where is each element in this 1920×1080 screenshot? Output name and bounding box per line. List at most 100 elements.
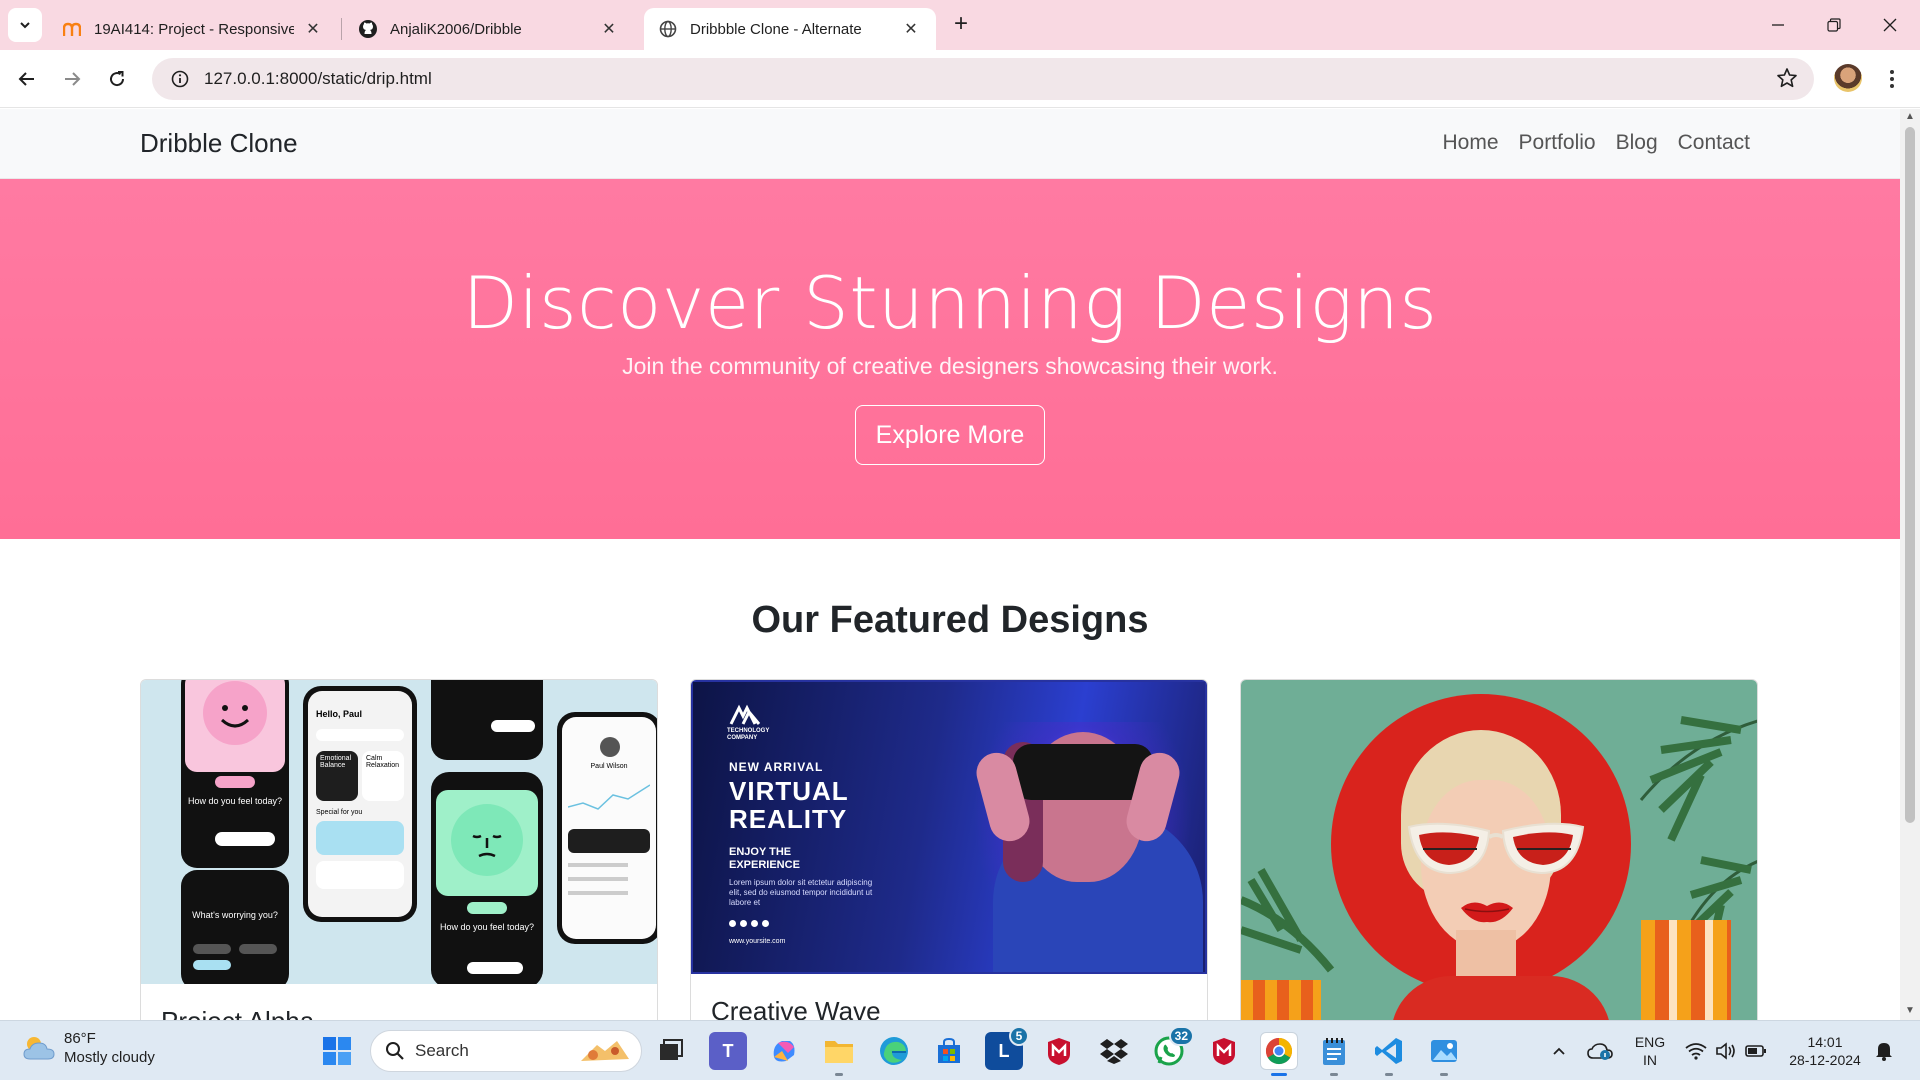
- minimize-icon: [1772, 24, 1784, 26]
- vscode-icon[interactable]: [1370, 1032, 1408, 1070]
- woman-dress: [1391, 976, 1611, 1020]
- hero-title: Discover Stunning Designs: [462, 261, 1438, 345]
- windows-start-icon[interactable]: [318, 1032, 356, 1070]
- featured-section-title: Our Featured Designs: [751, 599, 1149, 641]
- mock-label: Special for you: [316, 809, 363, 816]
- nav-links: Home Portfolio Blog Contact: [1443, 131, 1750, 155]
- vr-headset: [1013, 744, 1153, 800]
- teams-icon[interactable]: T: [709, 1032, 747, 1070]
- language-code: ENG: [1634, 1034, 1666, 1050]
- page-scrollbar[interactable]: ▲ ▼: [1900, 109, 1920, 1020]
- whatsapp-icon[interactable]: 32: [1150, 1026, 1194, 1070]
- mock-question: How do you feel today?: [187, 796, 283, 806]
- mock-card: Emotional Balance: [316, 751, 358, 801]
- banner-dots: [729, 920, 769, 927]
- chevron-up-icon[interactable]: [1544, 1032, 1574, 1070]
- weather-widget[interactable]: 86°F Mostly cloudy: [22, 1029, 155, 1067]
- phone-mockup: Hello, Paul Emotional Balance Calm Relax…: [303, 686, 417, 922]
- clock-time: 14:01: [1807, 1034, 1843, 1050]
- battery-icon[interactable]: [1740, 1032, 1772, 1070]
- banner-headline: VIRTUAL: [729, 776, 849, 806]
- windows-taskbar: 86°F Mostly cloudy Search T L 5 32 ENG I…: [0, 1020, 1920, 1080]
- restore-button[interactable]: [1806, 0, 1862, 50]
- onedrive-icon[interactable]: [1584, 1032, 1616, 1070]
- mcafee-icon[interactable]: [1040, 1032, 1078, 1070]
- url-text[interactable]: 127.0.0.1:8000/static/drip.html: [204, 69, 432, 89]
- close-icon[interactable]: ✕: [598, 18, 620, 40]
- globe-icon: [658, 19, 678, 39]
- dropbox-icon[interactable]: [1095, 1032, 1133, 1070]
- new-tab-button[interactable]: +: [948, 12, 974, 38]
- volume-icon[interactable]: [1710, 1032, 1742, 1070]
- browser-toolbar: 127.0.0.1:8000/static/drip.html: [0, 50, 1920, 108]
- address-bar[interactable]: 127.0.0.1:8000/static/drip.html: [152, 58, 1814, 100]
- running-indicator: [835, 1073, 843, 1076]
- back-button[interactable]: [10, 62, 44, 96]
- wifi-icon[interactable]: [1680, 1032, 1712, 1070]
- close-icon[interactable]: ✕: [302, 18, 324, 40]
- phone-mockup: How do you feel today?: [431, 772, 543, 984]
- task-view-icon[interactable]: [652, 1032, 690, 1070]
- banner-headline: REALITY: [729, 804, 848, 834]
- clock[interactable]: 14:01 28-12-2024: [1780, 1033, 1870, 1069]
- language-indicator[interactable]: ENG IN: [1628, 1033, 1672, 1069]
- mock-profile-name: Paul Wilson: [590, 763, 628, 770]
- notification-bell-icon[interactable]: [1868, 1032, 1900, 1070]
- minimize-button[interactable]: [1750, 0, 1806, 50]
- copilot-icon[interactable]: [765, 1032, 803, 1070]
- forward-button[interactable]: [55, 62, 89, 96]
- nav-link-portfolio[interactable]: Portfolio: [1519, 131, 1596, 155]
- github-icon: [358, 19, 378, 39]
- microsoft-store-icon[interactable]: [930, 1032, 968, 1070]
- reload-icon: [110, 71, 125, 87]
- nav-link-home[interactable]: Home: [1443, 131, 1499, 155]
- scroll-down-arrow-icon[interactable]: ▼: [1904, 1005, 1916, 1017]
- tab-search-button[interactable]: [8, 8, 42, 42]
- card-image: [1241, 680, 1757, 1020]
- chrome-icon[interactable]: [1260, 1032, 1298, 1070]
- sunglasses-icon: [1407, 822, 1585, 875]
- close-window-button[interactable]: [1862, 0, 1918, 50]
- nav-link-blog[interactable]: Blog: [1616, 131, 1658, 155]
- lync-app-icon[interactable]: L 5: [985, 1026, 1029, 1070]
- tab-project[interactable]: 19AI414: Project - Responsive W ✕: [48, 8, 338, 50]
- photos-app-icon[interactable]: [1425, 1032, 1463, 1070]
- banner-kicker: NEW ARRIVAL: [729, 760, 824, 774]
- cloudy-weather-icon: [22, 1035, 56, 1061]
- taskbar-search[interactable]: Search: [370, 1030, 642, 1072]
- card-title: Creative Wave: [711, 996, 881, 1020]
- tab-strip: 19AI414: Project - Responsive W ✕ Anjali…: [0, 0, 1920, 50]
- site-brand[interactable]: Dribble Clone: [140, 128, 298, 159]
- chevron-down-icon: [20, 22, 30, 29]
- mcafee-security-icon[interactable]: [1205, 1032, 1243, 1070]
- mock-greeting: Hello, Paul: [316, 709, 363, 719]
- tab-dribbble-clone[interactable]: Dribbble Clone - Alternate ✕: [644, 8, 936, 50]
- file-explorer-icon[interactable]: [820, 1032, 858, 1070]
- notepad-icon[interactable]: [1315, 1032, 1353, 1070]
- design-card-retro-art[interactable]: [1240, 679, 1758, 1020]
- active-indicator: [1271, 1073, 1287, 1076]
- design-card-project-alpha[interactable]: How do you feel today? Hello, Paul Emoti…: [140, 679, 658, 1020]
- edge-icon[interactable]: [875, 1032, 913, 1070]
- tab-github[interactable]: AnjaliK2006/Dribble ✕: [344, 8, 634, 50]
- site-navbar: Dribble Clone Home Portfolio Blog Contac…: [0, 109, 1900, 179]
- stripe-pattern: [1241, 980, 1321, 1020]
- profile-avatar[interactable]: [1834, 64, 1862, 92]
- arrow-left-icon: [18, 72, 34, 86]
- scrollbar-thumb[interactable]: [1905, 127, 1915, 823]
- reload-button[interactable]: [100, 62, 134, 96]
- company-logo-icon: [729, 704, 761, 725]
- banner-company: TECHNOLOGY COMPANY: [727, 728, 770, 741]
- smiley-face-icon: [203, 681, 267, 745]
- scroll-up-arrow-icon[interactable]: ▲: [1904, 111, 1916, 123]
- close-icon[interactable]: ✕: [900, 18, 922, 40]
- nav-link-contact[interactable]: Contact: [1678, 131, 1750, 155]
- bookmark-star-icon[interactable]: [1776, 67, 1798, 94]
- stripe-pattern: [1641, 920, 1731, 1020]
- menu-kebab-icon[interactable]: [1880, 62, 1904, 96]
- explore-more-button[interactable]: Explore More: [855, 405, 1045, 465]
- phone-mockup: [431, 680, 543, 760]
- site-info-icon[interactable]: [160, 58, 200, 100]
- banner-body: Lorem ipsum dolor sit etctetur adipiscin…: [729, 878, 873, 907]
- design-card-creative-wave[interactable]: TECHNOLOGY COMPANY NEW ARRIVAL VIRTUAL R…: [690, 679, 1208, 1020]
